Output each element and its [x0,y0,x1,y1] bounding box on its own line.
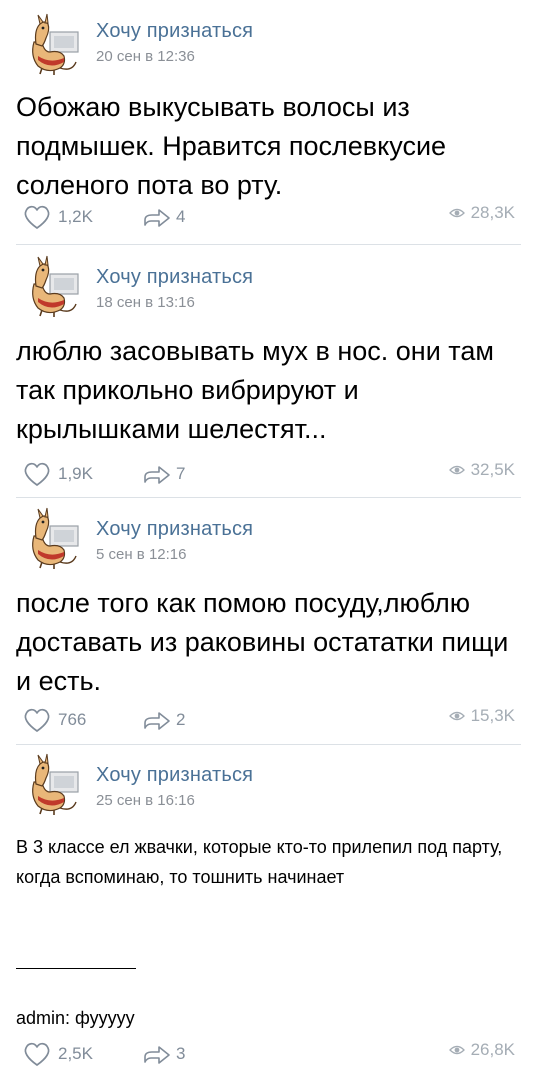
llama-avatar-icon[interactable] [20,254,84,318]
like-count: 2,5K [58,1044,93,1063]
author-name[interactable]: Хочу признаться [96,764,253,787]
author-name[interactable]: Хочу признаться [96,266,253,289]
post-actions: 2,5K 3 26,8K [0,1040,537,1070]
share-count: 7 [176,464,186,483]
heart-icon [24,708,50,732]
post-divider [16,244,521,245]
like-button[interactable]: 1,9K [22,460,93,488]
post-text: после того как помою посуду,люблю достав… [16,588,509,696]
heart-icon [24,462,50,486]
like-button[interactable]: 1,2K [22,203,93,231]
like-count: 766 [58,710,87,729]
post-text: люблю засовывать мух в нос. они там так … [16,336,494,444]
views-count: 28,3K [470,203,515,222]
share-button[interactable]: 2 [142,706,185,734]
like-count: 1,2K [58,207,93,226]
like-button[interactable]: 766 [22,706,86,734]
eye-icon [448,1045,465,1055]
like-count: 1,9K [58,464,93,483]
post-date[interactable]: 20 сен в 12:36 [96,48,195,65]
views-count: 15,3K [470,706,515,725]
views-counter: 15,3K [448,706,515,726]
like-button[interactable]: 2,5K [22,1040,93,1068]
share-button[interactable]: 4 [142,203,185,231]
eye-icon [448,208,465,218]
heart-icon [24,1042,50,1066]
post-date[interactable]: 5 сен в 12:16 [96,546,186,563]
share-arrow-icon [144,1046,170,1064]
post-divider [16,497,521,498]
eye-icon [448,465,465,475]
views-count: 32,5K [470,460,515,479]
post-divider [16,744,521,745]
share-count: 4 [176,207,186,226]
views-counter: 26,8K [448,1040,515,1060]
llama-avatar-icon[interactable] [20,752,84,816]
share-arrow-icon [144,712,170,730]
post-actions: 1,2K 4 28,3K [0,203,537,233]
post-actions: 1,9K 7 32,5K [0,460,537,490]
admin-separator [16,968,136,969]
views-count: 26,8K [470,1040,515,1059]
post-date[interactable]: 18 сен в 13:16 [96,294,195,311]
share-count: 3 [176,1044,186,1063]
author-name[interactable]: Хочу признаться [96,518,253,541]
author-name[interactable]: Хочу признаться [96,20,253,43]
llama-avatar-icon[interactable] [20,506,84,570]
post-text: Обожаю выкусывать волосы из подмышек. Нр… [16,92,447,200]
share-button[interactable]: 7 [142,460,185,488]
post-date[interactable]: 25 сен в 16:16 [96,792,195,809]
views-counter: 28,3K [448,203,515,223]
share-arrow-icon [144,209,170,227]
eye-icon [448,711,465,721]
heart-icon [24,205,50,229]
share-count: 2 [176,710,186,729]
share-button[interactable]: 3 [142,1040,185,1068]
post-actions: 766 2 15,3K [0,706,537,736]
admin-note: admin: фууууу [16,1008,135,1028]
views-counter: 32,5K [448,460,515,480]
llama-avatar-icon[interactable] [20,12,84,76]
share-arrow-icon [144,466,170,484]
post-text: В 3 классе ел жвачки, которые кто-то при… [16,837,503,887]
